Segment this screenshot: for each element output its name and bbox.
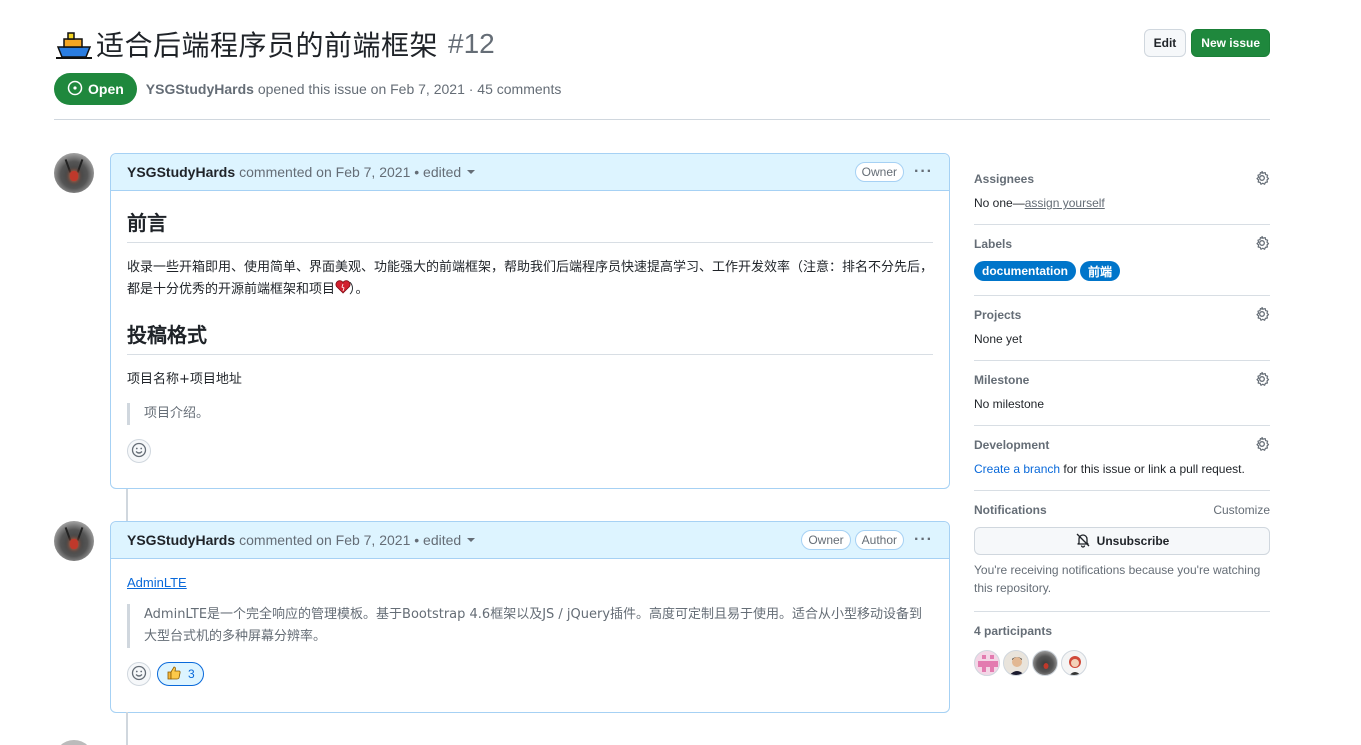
issue-number: #12 <box>448 28 495 59</box>
owner-badge: Owner <box>801 530 851 550</box>
gear-icon[interactable] <box>1254 436 1270 452</box>
comment-body: 前言 收录一些开箱即用、使用简单、界面美观、功能强大的前端框架，帮助我们后端程序… <box>111 191 949 479</box>
issue-meta: YSGStudyHards opened this issue on Feb 7… <box>146 81 562 97</box>
avatar[interactable] <box>54 521 94 561</box>
thumbs-up-reaction[interactable]: 3 <box>157 662 204 686</box>
development-title: Development <box>974 438 1050 452</box>
adminlte-link[interactable]: AdminLTE <box>127 575 187 590</box>
assign-yourself-link[interactable]: assign yourself <box>1025 196 1105 210</box>
kebab-menu-icon[interactable]: ··· <box>914 163 933 181</box>
milestone-section: Milestone No milestone <box>974 361 1270 426</box>
issue-sidebar: Assignees No one—assign yourself Labels … <box>974 160 1270 690</box>
edit-button[interactable]: Edit <box>1143 29 1187 57</box>
comment-paragraph-end: ）。 <box>349 282 369 297</box>
comment-1: YSGStudyHards commented on Feb 7, 2021 •… <box>110 153 950 489</box>
smiley-icon <box>131 442 147 461</box>
comment-body: AdminLTE AdminLTE是一个完全响应的管理模板。基于Bootstra… <box>111 559 949 702</box>
labels-title: Labels <box>974 237 1013 251</box>
assignees-value: No one— <box>974 196 1025 210</box>
heart-emoji-icon <box>335 280 351 294</box>
issue-author-link[interactable]: YSGStudyHards <box>146 81 254 97</box>
state-badge: Open <box>54 73 137 105</box>
state-label: Open <box>88 81 124 97</box>
comment-heading: 投稿格式 <box>127 319 933 355</box>
new-issue-button[interactable]: New issue <box>1191 29 1270 57</box>
author-badge: Author <box>854 530 905 550</box>
unsubscribe-button[interactable]: Unsubscribe <box>974 527 1270 555</box>
comment-paragraph: 收录一些开箱即用、使用简单、界面美观、功能强大的前端框架，帮助我们后端程序员快速… <box>127 257 933 301</box>
issue-meta-text: opened this issue on Feb 7, 2021 · 45 co… <box>257 81 562 97</box>
participants-title: 4 participants <box>974 624 1053 638</box>
projects-section: Projects None yet <box>974 296 1270 361</box>
format-line: 项目名称+项目地址 <box>127 372 242 387</box>
bell-slash-icon <box>1075 532 1091 551</box>
reaction-count: 3 <box>188 667 195 681</box>
timeline-line <box>126 712 128 745</box>
unsubscribe-label: Unsubscribe <box>1096 534 1170 548</box>
comment-author[interactable]: YSGStudyHards <box>127 532 235 548</box>
chevron-down-icon[interactable] <box>467 538 476 542</box>
comment-header: YSGStudyHards commented on Feb 7, 2021 •… <box>111 522 949 559</box>
notifications-section: Notifications Customize Unsubscribe You'… <box>974 491 1270 612</box>
chevron-down-icon[interactable] <box>467 170 476 174</box>
participant-avatar[interactable] <box>1032 650 1058 676</box>
label-documentation[interactable]: documentation <box>974 261 1076 281</box>
participant-avatar[interactable] <box>1003 650 1029 676</box>
add-reaction-button[interactable] <box>127 662 151 686</box>
assignees-section: Assignees No one—assign yourself <box>974 160 1270 225</box>
avatar[interactable] <box>54 740 94 745</box>
issue-open-icon <box>67 80 83 99</box>
comment-2: YSGStudyHards commented on Feb 7, 2021 •… <box>110 521 950 713</box>
owner-badge: Owner <box>854 162 905 182</box>
milestone-value: No milestone <box>974 397 1045 411</box>
smiley-icon <box>131 665 147 684</box>
create-branch-link[interactable]: Create a branch <box>974 462 1060 476</box>
add-reaction-button[interactable] <box>127 439 151 463</box>
milestone-title: Milestone <box>974 373 1030 387</box>
labels-section: Labels documentation 前端 <box>974 225 1270 296</box>
avatar[interactable] <box>54 153 94 193</box>
comment-author[interactable]: YSGStudyHards <box>127 164 235 180</box>
ship-emoji-icon <box>54 27 94 61</box>
gear-icon[interactable] <box>1254 170 1270 186</box>
development-section: Development Create a branch for this iss… <box>974 426 1270 491</box>
label-frontend[interactable]: 前端 <box>1080 261 1121 281</box>
comment-heading: 前言 <box>127 207 933 243</box>
comment-paragraph-text: 收录一些开箱即用、使用简单、界面美观、功能强大的前端框架，帮助我们后端程序员快速… <box>127 260 934 297</box>
development-value: for this issue or link a pull request. <box>1060 462 1245 476</box>
participants-section: 4 participants <box>974 612 1270 690</box>
blockquote: AdminLTE是一个完全响应的管理模板。基于Bootstrap 4.6框架以及… <box>127 604 933 648</box>
gear-icon[interactable] <box>1254 306 1270 322</box>
notifications-note: You're receiving notifications because y… <box>974 563 1261 595</box>
comment-meta: commented on Feb 7, 2021 • edited <box>239 532 462 548</box>
participant-avatar[interactable] <box>974 650 1000 676</box>
comment-meta: commented on Feb 7, 2021 • edited <box>239 164 462 180</box>
issue-title: 适合后端程序员的前端框架 <box>96 29 439 62</box>
thumbs-up-icon <box>166 665 182 684</box>
customize-link[interactable]: Customize <box>1213 501 1270 519</box>
assignees-title: Assignees <box>974 172 1035 186</box>
gear-icon[interactable] <box>1254 371 1270 387</box>
participant-avatar[interactable] <box>1061 650 1087 676</box>
kebab-menu-icon[interactable]: ··· <box>914 531 933 549</box>
header-divider <box>54 119 1270 120</box>
projects-value: None yet <box>974 332 1023 346</box>
gear-icon[interactable] <box>1254 235 1270 251</box>
comment-header: YSGStudyHards commented on Feb 7, 2021 •… <box>111 154 949 191</box>
issue-header: 适合后端程序员的前端框架 #12 Edit New issue Open YSG… <box>54 24 1270 105</box>
projects-title: Projects <box>974 308 1022 322</box>
blockquote: 项目介绍。 <box>127 403 933 425</box>
